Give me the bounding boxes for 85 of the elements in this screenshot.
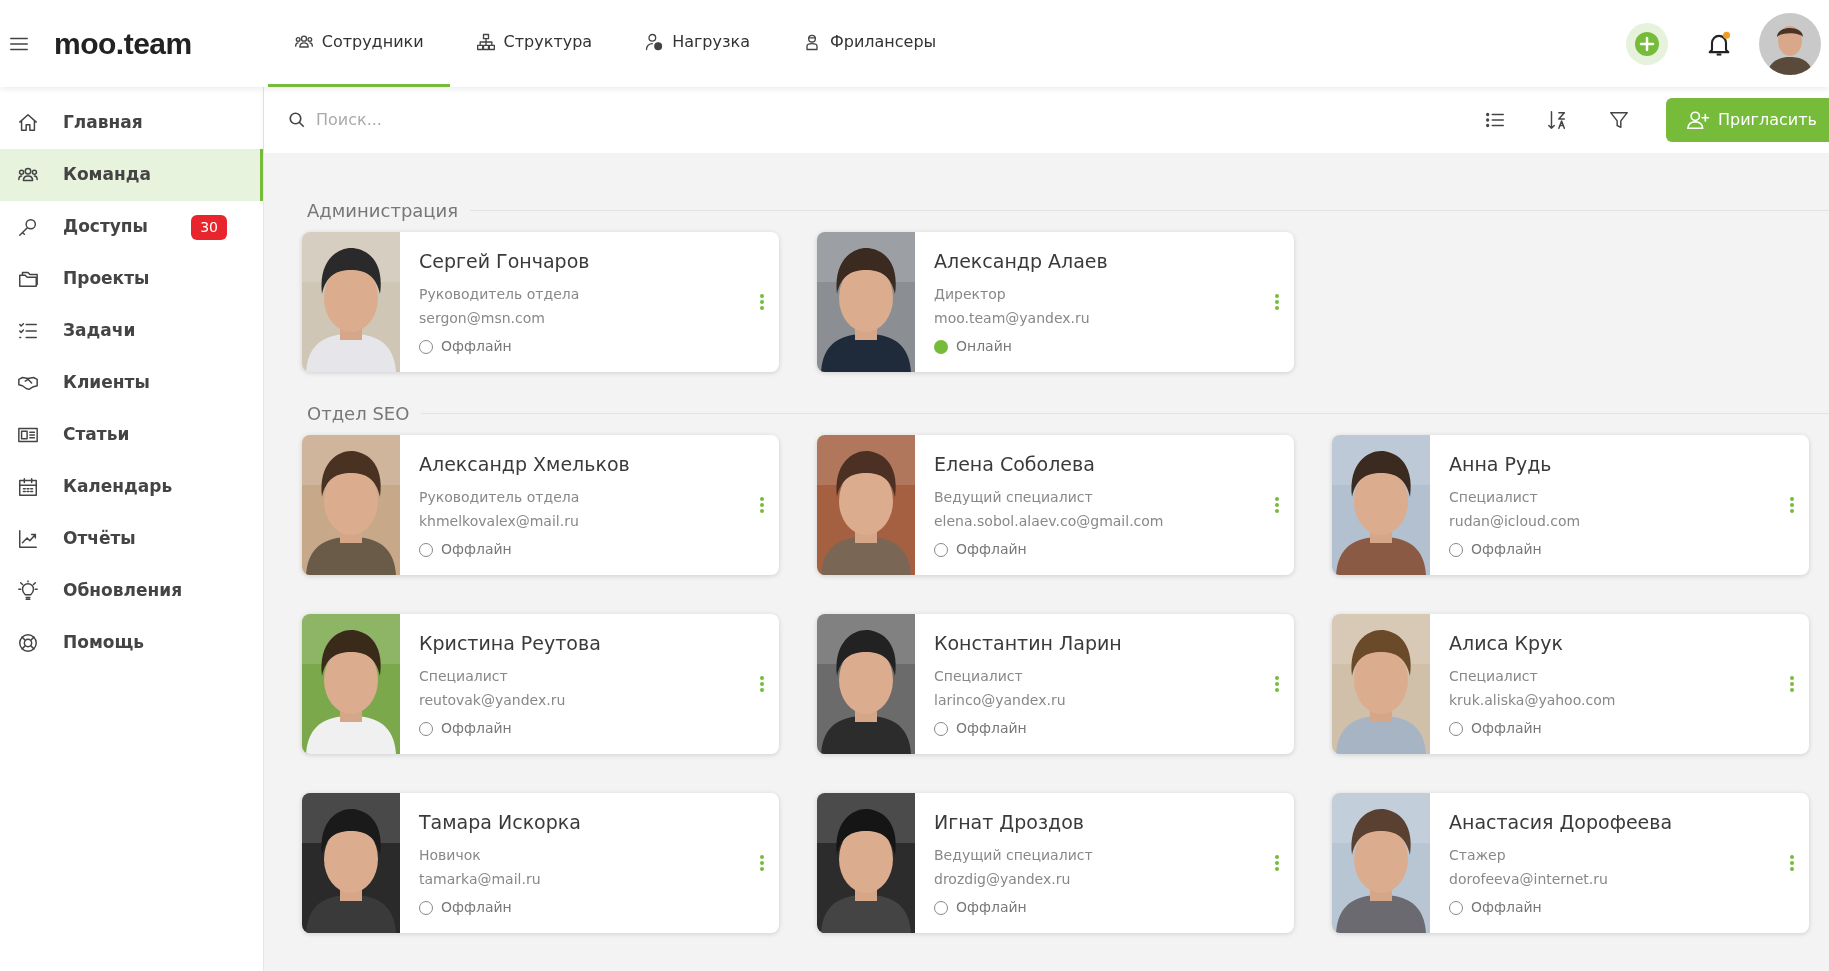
section-heading: Отдел SEO (307, 402, 410, 426)
more-options-icon[interactable] (759, 854, 765, 872)
count-badge: 30 (191, 214, 227, 240)
section-heading: Администрация (307, 199, 459, 223)
member-name: Алиса Крук (1449, 630, 1564, 656)
status-text: Оффлайн (956, 540, 1027, 560)
status-text: Оффлайн (441, 337, 512, 357)
sidebar-item[interactable]: Отчёты (0, 513, 263, 565)
member-name: Анна Рудь (1449, 451, 1553, 477)
member-role: Специалист (1449, 488, 1539, 508)
more-options-icon[interactable] (1789, 675, 1795, 693)
member-email: rudan@icloud.com (1449, 512, 1582, 532)
more-options-icon[interactable] (759, 675, 765, 693)
member-name: Елена Соболева (934, 451, 1096, 477)
filter-icon (1608, 109, 1631, 131)
member-name: Игнат Дроздов (934, 809, 1085, 835)
nav-tab[interactable]: Нагрузка (618, 0, 776, 87)
member-role: Ведущий специалист (934, 488, 1094, 508)
member-email: khmelkovalex@mail.ru (419, 512, 580, 532)
status-text: Онлайн (956, 337, 1012, 357)
member-role: Специалист (419, 667, 509, 687)
chart-icon (17, 528, 39, 550)
nav-tab[interactable]: Структура (449, 0, 619, 87)
member-name: Кристина Реутова (419, 630, 602, 656)
status-text: Оффлайн (441, 719, 512, 739)
status-text: Оффлайн (1471, 898, 1542, 918)
sidebar-item[interactable]: Главная (0, 97, 263, 149)
search-icon (288, 111, 306, 129)
member-name: Сергей Гончаров (419, 248, 591, 274)
sidebar-item[interactable]: Обновления (0, 565, 263, 617)
more-options-icon[interactable] (1274, 496, 1280, 514)
calendar-icon (17, 476, 39, 498)
member-email: larinco@yandex.ru (934, 691, 1067, 711)
member-role: Специалист (934, 667, 1024, 687)
add-button[interactable] (1625, 21, 1669, 66)
add-user-icon (1686, 109, 1711, 131)
more-options-icon[interactable] (1274, 675, 1280, 693)
sidebar-item[interactable]: Задачи (0, 305, 263, 357)
member-email: elena.sobol.alaev.co@gmail.com (934, 512, 1165, 532)
member-name: Тамара Искорка (419, 809, 582, 835)
member-email: tamarka@mail.ru (419, 870, 542, 890)
sidebar-item[interactable]: Календарь (0, 461, 263, 513)
member-name: Александр Хмельков (419, 451, 631, 477)
member-role: Ведущий специалист (934, 846, 1094, 866)
hierarchy-icon (475, 32, 496, 52)
member-role: Руководитель отдела (419, 285, 581, 305)
status-text: Оффлайн (1471, 719, 1542, 739)
member-role: Директор (934, 285, 1007, 305)
more-options-icon[interactable] (1789, 854, 1795, 872)
sidebar-item[interactable]: Статьи (0, 409, 263, 461)
member-email: dorofeeva@internet.ru (1449, 870, 1609, 890)
home-icon (17, 112, 39, 134)
nav-tab[interactable]: Фрилансеры (775, 0, 963, 87)
sidebar-item[interactable]: Клиенты (0, 357, 263, 409)
sidebar-item[interactable]: Команда (0, 149, 263, 201)
status-text: Оффлайн (956, 898, 1027, 918)
logo[interactable]: moo.team (54, 21, 192, 66)
member-role: Руководитель отдела (419, 488, 581, 508)
more-options-icon[interactable] (759, 293, 765, 311)
member-email: reutovak@yandex.ru (419, 691, 567, 711)
member-role: Специалист (1449, 667, 1539, 687)
sidebar-item[interactable]: Помощь (0, 617, 263, 669)
user-clock-icon (644, 32, 665, 52)
status-text: Оффлайн (956, 719, 1027, 739)
member-name: Константин Ларин (934, 630, 1123, 656)
member-name: Александр Алаев (934, 248, 1109, 274)
member-email: kruk.aliska@yahoo.com (1449, 691, 1617, 711)
lightbulb-icon (17, 580, 39, 602)
member-email: sergon@msn.com (419, 309, 546, 329)
member-name: Анастасия Дорофеева (1449, 809, 1674, 835)
more-options-icon[interactable] (1274, 854, 1280, 872)
key-icon (17, 216, 39, 238)
more-options-icon[interactable] (759, 496, 765, 514)
status-text: Оффлайн (441, 898, 512, 918)
sidebar-item[interactable]: Проекты (0, 253, 263, 305)
more-options-icon[interactable] (1789, 496, 1795, 514)
status-text: Оффлайн (1471, 540, 1542, 560)
lifebuoy-icon (17, 632, 39, 654)
status-text: Оффлайн (441, 540, 512, 560)
member-role: Стажер (1449, 846, 1507, 866)
member-email: drozdig@yandex.ru (934, 870, 1072, 890)
member-role: Новичок (419, 846, 482, 866)
sidebar-item[interactable]: Доступы 30 (0, 201, 263, 253)
more-options-icon[interactable] (1274, 293, 1280, 311)
member-email: moo.team@yandex.ru (934, 309, 1091, 329)
